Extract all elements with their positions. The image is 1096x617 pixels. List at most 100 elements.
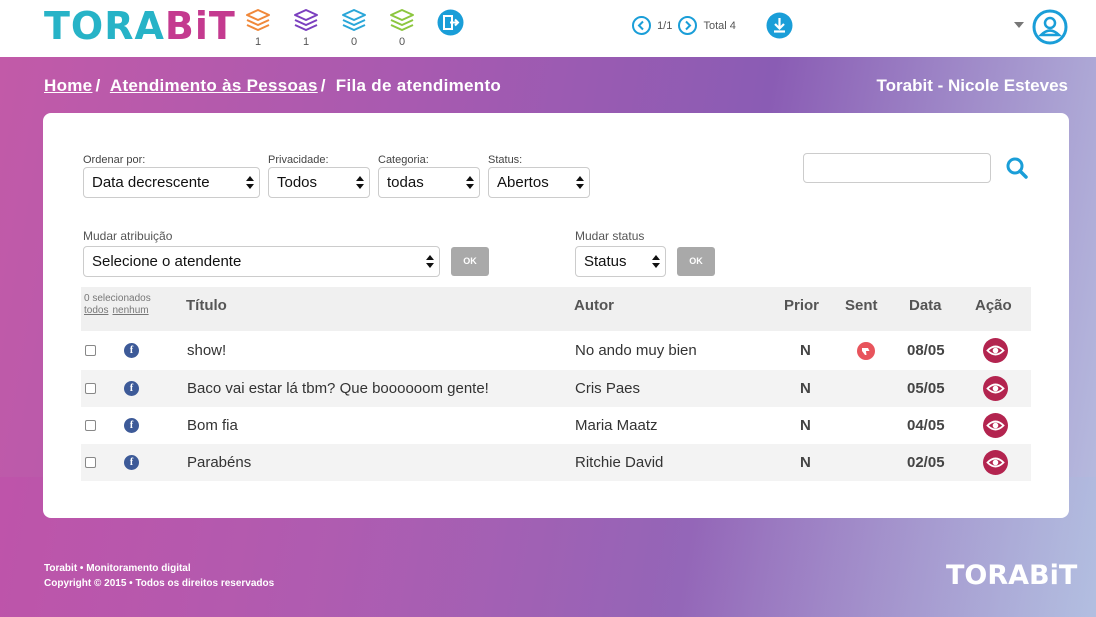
status-select-value: Abertos	[497, 174, 549, 191]
column-title[interactable]: Título	[186, 297, 227, 314]
row-date: 02/05	[907, 454, 945, 471]
row-title[interactable]: Baco vai estar lá tbm? Que boooooom gent…	[187, 380, 489, 397]
user-name: Torabit - Nicole Esteves	[876, 76, 1068, 95]
user-avatar-button[interactable]	[1032, 9, 1068, 50]
chevron-left-icon	[637, 20, 644, 31]
negative-sentiment-icon	[857, 342, 875, 365]
row-checkbox[interactable]	[85, 383, 96, 394]
table-row[interactable]: f Baco vai estar lá tbm? Que boooooom ge…	[81, 370, 1031, 407]
table-row[interactable]: f show! No ando muy bien N 08/05	[81, 332, 1031, 369]
view-button[interactable]	[983, 338, 1008, 368]
order-label: Ordenar por:	[83, 154, 146, 166]
column-action: Ação	[975, 297, 1012, 314]
row-priority: N	[800, 380, 811, 397]
counter-value: 0	[350, 36, 358, 48]
exit-button[interactable]	[437, 9, 464, 41]
row-checkbox[interactable]	[85, 420, 96, 431]
user-icon	[1032, 9, 1068, 45]
orange-stack-counter[interactable]: 1	[245, 8, 271, 48]
facebook-icon: f	[124, 455, 139, 470]
change-status-select-value: Status	[584, 253, 627, 270]
breadcrumb: Home / Atendimento às Pessoas / Fila de at…	[44, 76, 502, 95]
view-button[interactable]	[983, 450, 1008, 480]
torabit-logo[interactable]: TORABiT	[44, 6, 236, 46]
search-button[interactable]	[1005, 156, 1029, 185]
purple-stack-counter[interactable]: 1	[293, 8, 319, 48]
status-ok-button[interactable]: OK	[677, 247, 715, 276]
counter-value: 1	[254, 36, 262, 48]
eye-icon	[983, 450, 1008, 475]
privacy-select-value: Todos	[277, 174, 318, 191]
assign-ok-button[interactable]: OK	[451, 247, 489, 276]
eye-icon	[983, 413, 1008, 438]
pager: 1/1 Total 4	[632, 16, 739, 35]
selection-controls: 0 selecionados todos nenhum	[84, 293, 153, 317]
next-page-button[interactable]	[678, 16, 698, 35]
row-checkbox[interactable]	[85, 457, 96, 468]
purple-stack-icon	[294, 9, 318, 31]
facebook-icon: f	[124, 381, 139, 396]
change-status-label: Mudar status	[575, 229, 645, 243]
category-select[interactable]: todas	[378, 167, 480, 198]
order-select[interactable]: Data decrescente	[83, 167, 260, 198]
change-status-select[interactable]: Status	[575, 246, 666, 277]
breadcrumb-home-link[interactable]: Home	[44, 76, 92, 95]
queue-panel: Ordenar por: Data decrescente Privacidad…	[43, 113, 1069, 518]
eye-icon	[983, 338, 1008, 363]
select-all-link[interactable]: todos	[84, 305, 108, 316]
select-arrows-icon	[576, 176, 584, 190]
search-input[interactable]	[803, 153, 991, 183]
select-arrows-icon	[426, 255, 434, 269]
search-icon	[1006, 157, 1028, 179]
column-date[interactable]: Data	[909, 297, 942, 314]
privacy-select[interactable]: Todos	[268, 167, 370, 198]
table-row[interactable]: f Parabéns Ritchie David N 02/05	[81, 444, 1031, 481]
breadcrumb-section-link[interactable]: Atendimento às Pessoas	[110, 76, 318, 95]
assign-select-value: Selecione o atendente	[92, 253, 242, 270]
page-indicator: 1/1	[657, 19, 673, 32]
row-author: Cris Paes	[575, 380, 641, 397]
selected-count: 0 selecionados	[84, 293, 151, 304]
status-label: Status:	[488, 154, 523, 166]
table-row[interactable]: f Bom fia Maria Maatz N 04/05	[81, 407, 1031, 444]
footer-line-2: Copyright © 2015 • Todos os direitos res…	[44, 578, 275, 589]
footer-logo: TORABiT	[946, 560, 1078, 591]
row-priority: N	[800, 454, 811, 471]
status-select[interactable]: Abertos	[488, 167, 590, 198]
eye-icon	[983, 376, 1008, 401]
row-checkbox[interactable]	[85, 345, 96, 356]
row-date: 08/05	[907, 342, 945, 359]
privacy-label: Privacidade:	[268, 154, 329, 166]
footer-line-1: Torabit • Monitoramento digital	[44, 563, 191, 574]
assign-select[interactable]: Selecione o atendente	[83, 246, 440, 277]
column-author[interactable]: Autor	[574, 297, 614, 314]
blue-stack-counter[interactable]: 0	[341, 8, 367, 48]
select-arrows-icon	[466, 176, 474, 190]
table-header: 0 selecionados todos nenhum Título Autor …	[81, 287, 1031, 331]
order-select-value: Data decrescente	[92, 174, 210, 191]
blue-stack-icon	[342, 9, 366, 31]
column-priority[interactable]: Prior	[784, 297, 819, 314]
download-icon	[766, 12, 793, 39]
row-priority: N	[800, 342, 811, 359]
view-button[interactable]	[983, 376, 1008, 406]
download-button[interactable]	[766, 12, 793, 44]
row-title[interactable]: show!	[187, 342, 226, 359]
row-title[interactable]: Parabéns	[187, 454, 251, 471]
prev-page-button[interactable]	[632, 16, 651, 35]
green-stack-counter[interactable]: 0	[389, 8, 415, 48]
row-title[interactable]: Bom fia	[187, 417, 238, 434]
assign-label: Mudar atribuição	[83, 229, 173, 243]
column-sentiment[interactable]: Sent	[845, 297, 878, 314]
select-none-link[interactable]: nenhum	[112, 305, 148, 316]
green-stack-icon	[390, 9, 414, 31]
footer-text: Torabit • Monitoramento digital Copyrigh…	[44, 561, 274, 591]
row-author: No ando muy bien	[575, 342, 697, 359]
category-select-value: todas	[387, 174, 424, 191]
counter-value: 1	[302, 36, 310, 48]
breadcrumb-current: Fila de atendimento	[335, 76, 502, 95]
view-button[interactable]	[983, 413, 1008, 443]
user-menu-caret-icon[interactable]	[1014, 22, 1024, 28]
orange-stack-icon	[246, 9, 270, 31]
facebook-icon: f	[124, 418, 139, 433]
